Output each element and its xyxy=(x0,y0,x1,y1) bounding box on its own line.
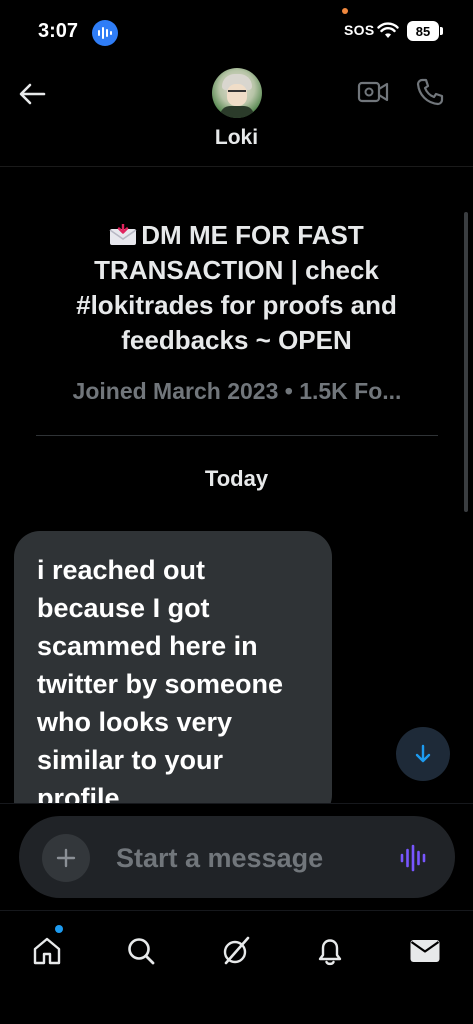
add-media-button[interactable] xyxy=(42,834,90,882)
profile-joined-followers[interactable]: Joined March 2023 • 1.5K Fo... xyxy=(36,378,438,405)
sos-indicator: SOS xyxy=(344,22,375,38)
profile-divider xyxy=(36,435,438,436)
home-icon xyxy=(33,937,61,965)
video-call-icon xyxy=(357,81,389,103)
voice-waveform-icon xyxy=(400,844,426,872)
message-input[interactable] xyxy=(116,836,376,880)
back-button[interactable] xyxy=(12,74,52,114)
nav-home[interactable] xyxy=(23,927,71,975)
nav-notifications[interactable] xyxy=(306,927,354,975)
video-call-button[interactable] xyxy=(355,74,391,110)
incoming-envelope-icon xyxy=(109,220,137,245)
profile-bio: DM ME FOR FAST TRANSACTION | check #loki… xyxy=(40,218,433,358)
phone-icon xyxy=(416,78,444,106)
message-text: i reached out because I got scammed here… xyxy=(37,555,284,813)
grok-icon xyxy=(223,936,250,965)
home-notification-dot xyxy=(55,925,63,933)
messages-icon xyxy=(410,940,440,962)
conversation-header: Loki xyxy=(0,62,473,166)
date-separator: Today xyxy=(204,466,269,491)
phone-call-button[interactable] xyxy=(412,74,448,110)
bottom-navigation xyxy=(0,910,473,1024)
privacy-indicator-dot xyxy=(342,8,348,14)
audio-activity-icon xyxy=(92,20,118,46)
notifications-icon xyxy=(318,939,342,966)
header-divider xyxy=(0,166,473,167)
voice-message-button[interactable] xyxy=(396,840,432,876)
status-time: 3:07 xyxy=(38,20,79,42)
arrow-down-icon xyxy=(415,744,431,763)
nav-search[interactable] xyxy=(117,927,165,975)
avatar[interactable] xyxy=(212,68,262,118)
status-bar: 3:07 SOS 85 xyxy=(0,0,473,62)
search-icon xyxy=(128,938,155,965)
scroll-to-bottom-button[interactable] xyxy=(396,727,450,781)
back-arrow-icon xyxy=(19,83,46,105)
wifi-icon xyxy=(377,22,399,44)
plus-icon xyxy=(56,848,76,868)
nav-messages[interactable] xyxy=(401,927,449,975)
battery-indicator: 85 xyxy=(407,21,443,41)
scrollbar[interactable] xyxy=(464,212,468,512)
message-bubble-incoming[interactable]: i reached out because I got scammed here… xyxy=(14,531,332,821)
nav-grok[interactable] xyxy=(212,927,260,975)
contact-name[interactable]: Loki xyxy=(0,126,473,150)
